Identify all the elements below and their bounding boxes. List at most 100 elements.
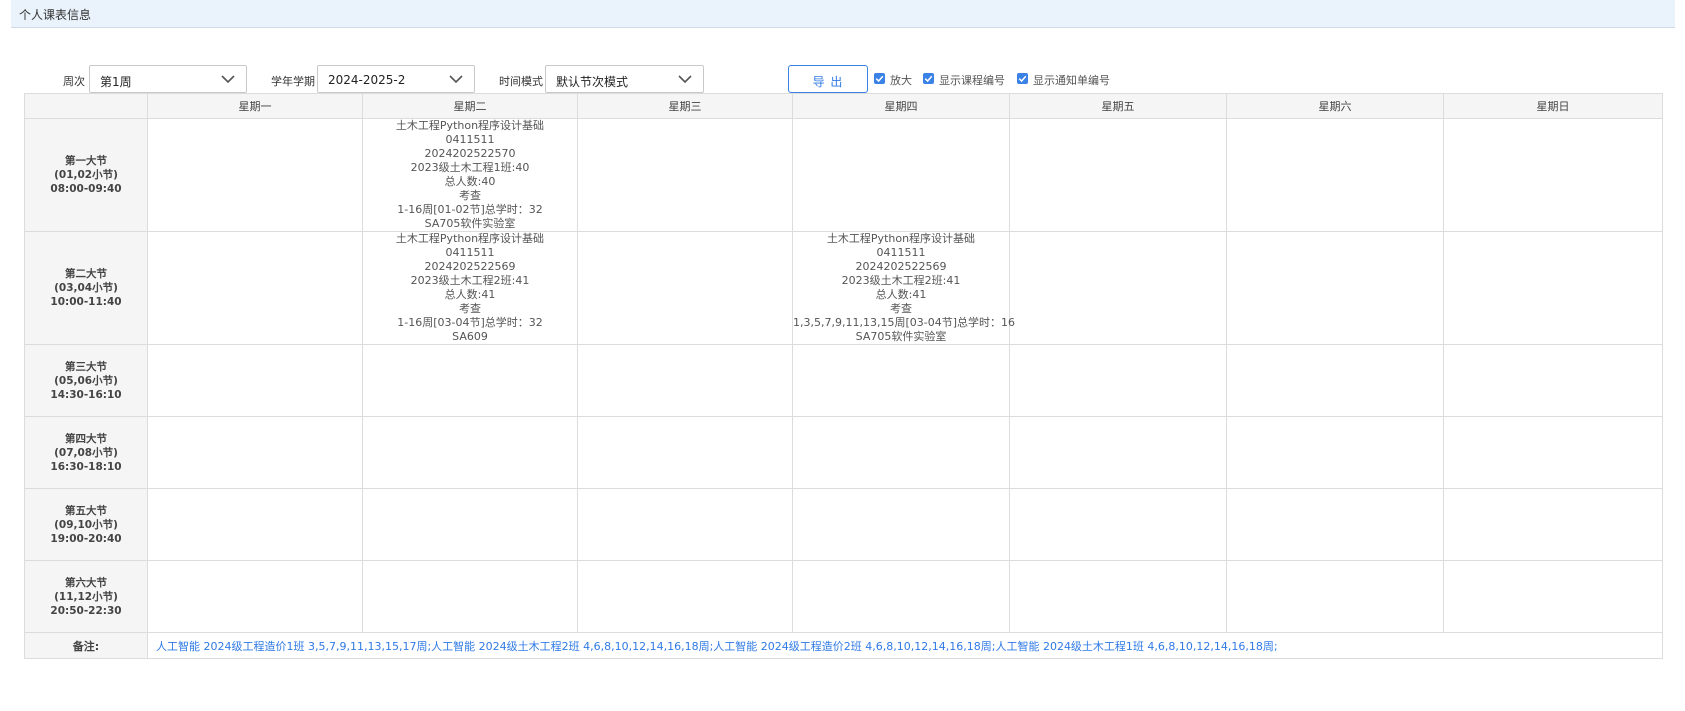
schedule-cell [577,231,793,345]
day-header-tue: 星期二 [362,93,578,119]
check-icon [874,73,885,84]
toolbar: 周次 第1周 学年学期 2024-2025-2 时间模式 默认节次模式 导 出 … [0,64,1685,94]
corner-cell [24,93,148,119]
day-header-thu: 星期四 [792,93,1010,119]
course-line: 0411511 [445,246,495,259]
export-button[interactable]: 导 出 [788,65,868,93]
course-line: 考查 [890,302,912,315]
schedule-cell [1226,416,1444,489]
check-icon [1017,73,1028,84]
course-line: 2024202522569 [424,260,516,273]
week-label: 周次 [63,75,85,88]
period-row: 第六大节 (11,12小节) 20:50-22:30 [24,560,1663,633]
check-icon [923,73,934,84]
period-name: 第三大节 [65,360,107,373]
schedule-cell [147,560,363,633]
schedule-cell [792,560,1010,633]
schedule-cell [147,416,363,489]
day-header-sun: 星期日 [1443,93,1663,119]
period-time: 19:00-20:40 [50,532,122,545]
period-name: 第六大节 [65,576,107,589]
course-line: 1,3,5,7,9,11,13,15周[03-04节]总学时：16 [793,316,1016,329]
course-line: 土木工程Python程序设计基础 [826,232,976,245]
page-title: 个人课表信息 [19,8,92,22]
period-row: 第一大节 (01,02小节) 08:00-09:40 土木工程Python程序设计基础… [24,118,1663,232]
day-header-wed: 星期三 [577,93,793,119]
period-row: 第五大节 (09,10小节) 19:00-20:40 [24,488,1663,561]
schedule-cell [147,231,363,345]
course-line: 考查 [459,189,481,202]
course-cell[interactable]: 土木工程Python程序设计基础 0411511 2024202522569 2023… [362,231,578,345]
week-select[interactable]: 第1周 [89,65,247,93]
day-header-fri: 星期五 [1009,93,1227,119]
schedule-cell [362,488,578,561]
schedule-cell [147,344,363,417]
schedule-cell [1009,416,1227,489]
schedule-cell [1009,560,1227,633]
period-row: 第三大节 (05,06小节) 14:30-16:10 [24,344,1663,417]
course-line: 2024202522569 [855,260,947,273]
schedule-cell [577,344,793,417]
schedule-cell [577,560,793,633]
time-mode-select-value: 默认节次模式 [556,75,629,89]
period-sub: (05,06小节) [54,374,118,387]
schedule-cell [1009,231,1227,345]
period-sub: (01,02小节) [54,169,118,181]
course-line: 土木工程Python程序设计基础 [395,119,545,132]
schedule-cell [792,416,1010,489]
course-line: 0411511 [445,133,495,146]
period-label: 第四大节 (07,08小节) 16:30-18:10 [24,416,148,489]
course-line: 土木工程Python程序设计基础 [395,232,545,245]
period-label: 第二大节 (03,04小节) 10:00-11:40 [24,231,148,345]
schedule-cell [147,488,363,561]
time-mode-select[interactable]: 默认节次模式 [545,65,704,93]
course-cell[interactable]: 土木工程Python程序设计基础 0411511 2024202522570 2023… [362,118,578,232]
course-line: 总人数:41 [444,288,496,301]
schedule-cell [1009,488,1227,561]
schedule-cell [1226,560,1444,633]
schedule-cell [362,344,578,417]
period-name: 第一大节 [65,155,107,167]
period-name: 第五大节 [65,504,107,517]
time-mode-label: 时间模式 [499,75,543,88]
course-line: 1-16周[01-02节]总学时：32 [397,203,543,216]
course-line: SA705软件实验室 [855,330,947,343]
course-line: 2023级土木工程2班:41 [841,274,961,287]
period-row: 第二大节 (03,04小节) 10:00-11:40 土木工程Python程序设计基础… [24,231,1663,345]
remark-text[interactable]: 人工智能 2024级工程造价1班 3,5,7,9,11,13,15,17周;人工… [147,632,1663,659]
schedule-cell [1443,231,1663,345]
week-select-value: 第1周 [100,75,132,89]
schedule-cell [792,488,1010,561]
schedule-cell [1443,416,1663,489]
schedule-cell [792,118,1010,232]
schedule-cell [1226,231,1444,345]
term-select[interactable]: 2024-2025-2 [317,65,475,93]
remark-label: 备注: [24,632,148,659]
course-line: 2023级土木工程2班:41 [410,274,530,287]
period-sub: (07,08小节) [54,446,118,459]
period-label: 第六大节 (11,12小节) 20:50-22:30 [24,560,148,633]
period-row: 第四大节 (07,08小节) 16:30-18:10 [24,416,1663,489]
period-time: 20:50-22:30 [50,604,122,617]
course-line: 总人数:41 [875,288,927,301]
course-cell[interactable]: 土木工程Python程序设计基础 0411511 2024202522569 2023… [792,231,1016,345]
period-name: 第四大节 [65,432,107,445]
course-line: 考查 [459,302,481,315]
schedule-cell [792,344,1010,417]
show-course-code-label: 显示课程编号 [939,74,1005,87]
schedule-cell [577,118,793,232]
schedule-cell [1226,344,1444,417]
schedule-cell [362,560,578,633]
course-line: 2024202522570 [424,147,516,160]
period-name: 第二大节 [65,268,107,280]
export-button-label: 导 出 [812,75,844,89]
term-label: 学年学期 [271,75,315,88]
period-sub: (03,04小节) [54,282,118,294]
schedule-cell [1443,488,1663,561]
schedule-cell [1443,560,1663,633]
schedule-cell [1443,344,1663,417]
schedule-cell [1226,118,1444,232]
course-line: SA705软件实验室 [424,217,516,230]
course-line: 1-16周[03-04节]总学时：32 [397,316,543,329]
course-line: 总人数:40 [444,175,496,188]
